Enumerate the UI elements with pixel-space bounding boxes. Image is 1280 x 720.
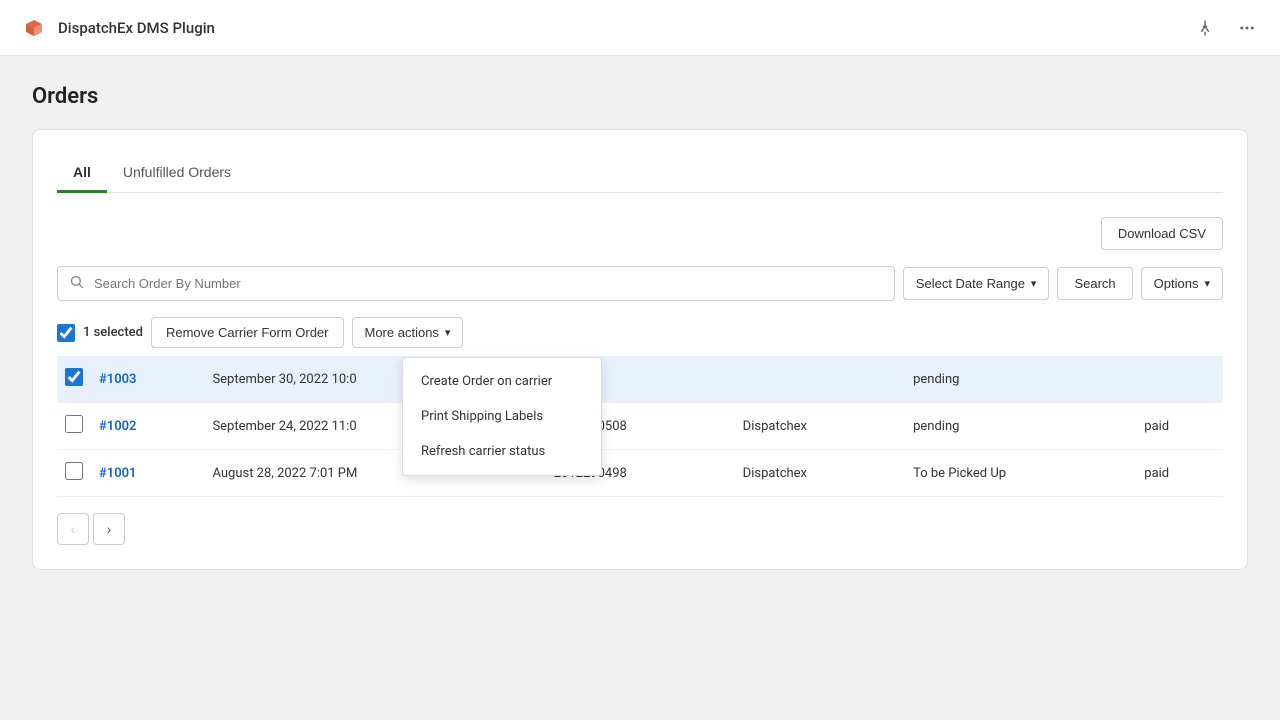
top-bar: DispatchEx DMS Plugin xyxy=(0,0,1280,56)
selected-count: 1 selected xyxy=(83,325,143,340)
plugin-icon xyxy=(20,14,48,42)
order-carrier xyxy=(735,356,905,403)
row-checkbox[interactable] xyxy=(65,462,83,480)
order-fulfillment-status: pending xyxy=(905,356,1136,403)
search-input-wrap xyxy=(57,266,895,301)
more-options-button[interactable] xyxy=(1234,15,1260,41)
search-row: Select Date Range ▾ Search Options ▾ xyxy=(57,266,1223,301)
search-input[interactable] xyxy=(57,266,895,301)
chevron-down-icon: ▾ xyxy=(1204,277,1210,290)
options-button[interactable]: Options ▾ xyxy=(1141,267,1223,300)
pin-button[interactable] xyxy=(1192,15,1218,41)
page-title: Orders xyxy=(32,84,1248,109)
pagination: ‹ › xyxy=(57,513,1223,545)
remove-carrier-button[interactable]: Remove Carrier Form Order xyxy=(151,317,344,348)
action-bar: 1 selected Remove Carrier Form Order Mor… xyxy=(57,317,1223,348)
chevron-left-icon: ‹ xyxy=(71,521,76,537)
select-all-checkbox[interactable] xyxy=(57,324,75,342)
order-fulfillment-status: To be Picked Up xyxy=(905,450,1136,497)
chevron-down-icon: ▾ xyxy=(445,326,451,339)
row-checkbox[interactable] xyxy=(65,415,83,433)
more-actions-button[interactable]: More actions ▾ xyxy=(352,317,464,348)
table-row: #1002 September 24, 2022 11:0 2012290508… xyxy=(57,403,1223,450)
top-bar-left: DispatchEx DMS Plugin xyxy=(20,14,215,42)
select-date-range-button[interactable]: Select Date Range ▾ xyxy=(903,267,1050,300)
chevron-down-icon: ▾ xyxy=(1031,277,1037,290)
order-number: #1001 xyxy=(99,466,136,481)
top-bar-right xyxy=(1192,15,1260,41)
orders-card: All Unfulfilled Orders Download CSV Sele… xyxy=(32,129,1248,570)
tab-all[interactable]: All xyxy=(57,154,107,193)
chevron-right-icon: › xyxy=(107,521,112,537)
table-row: #1003 September 30, 2022 10:0 pending xyxy=(57,356,1223,403)
order-number: #1003 xyxy=(99,372,136,387)
plugin-title: DispatchEx DMS Plugin xyxy=(58,19,215,37)
order-number: #1002 xyxy=(99,419,136,434)
dropdown-item-refresh-status[interactable]: Refresh carrier status xyxy=(403,434,601,469)
order-payment-status xyxy=(1136,356,1223,403)
toolbar-row: Download CSV xyxy=(57,217,1223,250)
main-content: Orders All Unfulfilled Orders Download C… xyxy=(0,56,1280,598)
dropdown-item-create-order[interactable]: Create Order on carrier xyxy=(403,364,601,399)
row-checkbox[interactable] xyxy=(65,368,83,386)
tab-unfulfilled[interactable]: Unfulfilled Orders xyxy=(107,154,247,193)
tabs: All Unfulfilled Orders xyxy=(57,154,1223,193)
search-button[interactable]: Search xyxy=(1057,267,1132,300)
more-actions-dropdown: Create Order on carrier Print Shipping L… xyxy=(402,357,602,476)
dropdown-item-print-labels[interactable]: Print Shipping Labels xyxy=(403,399,601,434)
next-page-button[interactable]: › xyxy=(93,513,125,545)
prev-page-button[interactable]: ‹ xyxy=(57,513,89,545)
order-payment-status: paid xyxy=(1136,450,1223,497)
order-fulfillment-status: pending xyxy=(905,403,1136,450)
orders-table: #1003 September 30, 2022 10:0 pending #1… xyxy=(57,356,1223,497)
order-carrier: Dispatchex xyxy=(735,450,905,497)
order-payment-status: paid xyxy=(1136,403,1223,450)
download-csv-button[interactable]: Download CSV xyxy=(1101,217,1223,250)
search-icon xyxy=(69,274,84,293)
table-row: #1001 August 28, 2022 7:01 PM 2012290498… xyxy=(57,450,1223,497)
order-carrier: Dispatchex xyxy=(735,403,905,450)
